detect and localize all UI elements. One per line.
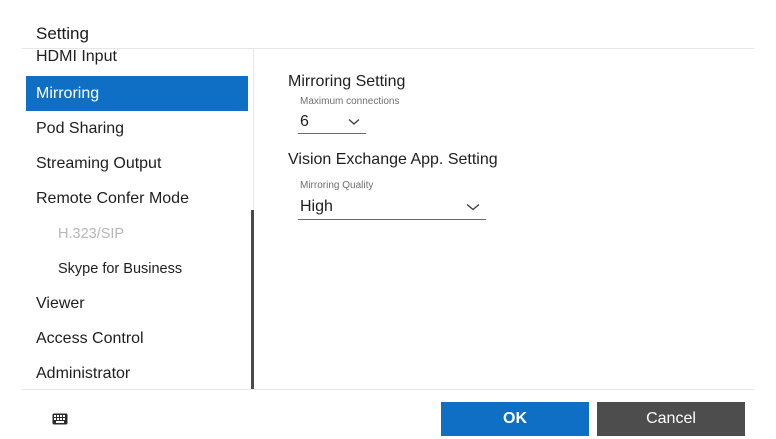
sidebar-item-access-control[interactable]: Access Control [26,321,248,356]
sidebar: HDMI Input Mirroring Pod Sharing Streami… [22,48,252,389]
sidebar-item-label: Viewer [36,294,85,312]
cancel-button[interactable]: Cancel [597,402,745,436]
sidebar-item-label: Mirroring [36,84,100,102]
ok-button[interactable]: OK [441,402,589,436]
sidebar-scrollbar[interactable] [251,210,254,389]
sidebar-item-pod-sharing[interactable]: Pod Sharing [26,111,248,146]
mirroring-quality-label: Mirroring Quality [300,180,374,191]
keyboard-icon[interactable] [52,412,68,430]
sidebar-item-remote-confer-mode[interactable]: Remote Confer Mode [26,181,248,216]
sidebar-item-label: Streaming Output [36,154,162,172]
bottom-divider [22,389,754,390]
sidebar-item-label: Administrator [36,364,131,382]
sidebar-item-mirroring[interactable]: Mirroring [26,76,248,111]
sidebar-item-label: Pod Sharing [36,119,125,137]
sidebar-item-hdmi-input[interactable]: HDMI Input [26,48,248,74]
dialog-title: Setting [36,24,89,43]
sidebar-item-administrator[interactable]: Administrator [26,356,248,389]
sidebar-item-viewer[interactable]: Viewer [26,286,248,321]
sidebar-item-streaming-output[interactable]: Streaming Output [26,146,248,181]
mirroring-quality-select[interactable]: High [298,194,486,220]
mirroring-quality-value: High [300,197,333,215]
sidebar-item-skype-for-business[interactable]: Skype for Business [26,251,248,286]
max-connections-select[interactable]: 6 [298,110,366,134]
sidebar-item-label: Remote Confer Mode [36,189,189,207]
sidebar-item-h323-sip: H.323/SIP [26,216,248,251]
chevron-down-icon [348,118,360,126]
vision-exchange-title: Vision Exchange App. Setting [288,151,498,168]
sidebar-item-label: HDMI Input [36,48,117,65]
mirroring-setting-title: Mirroring Setting [288,73,406,90]
sidebar-item-label: H.323/SIP [58,225,125,242]
sidebar-item-label: Skype for Business [58,260,183,277]
chevron-down-icon [466,203,480,211]
max-connections-value: 6 [300,112,309,130]
max-connections-label: Maximum connections [300,96,400,107]
sidebar-item-label: Access Control [36,329,144,347]
